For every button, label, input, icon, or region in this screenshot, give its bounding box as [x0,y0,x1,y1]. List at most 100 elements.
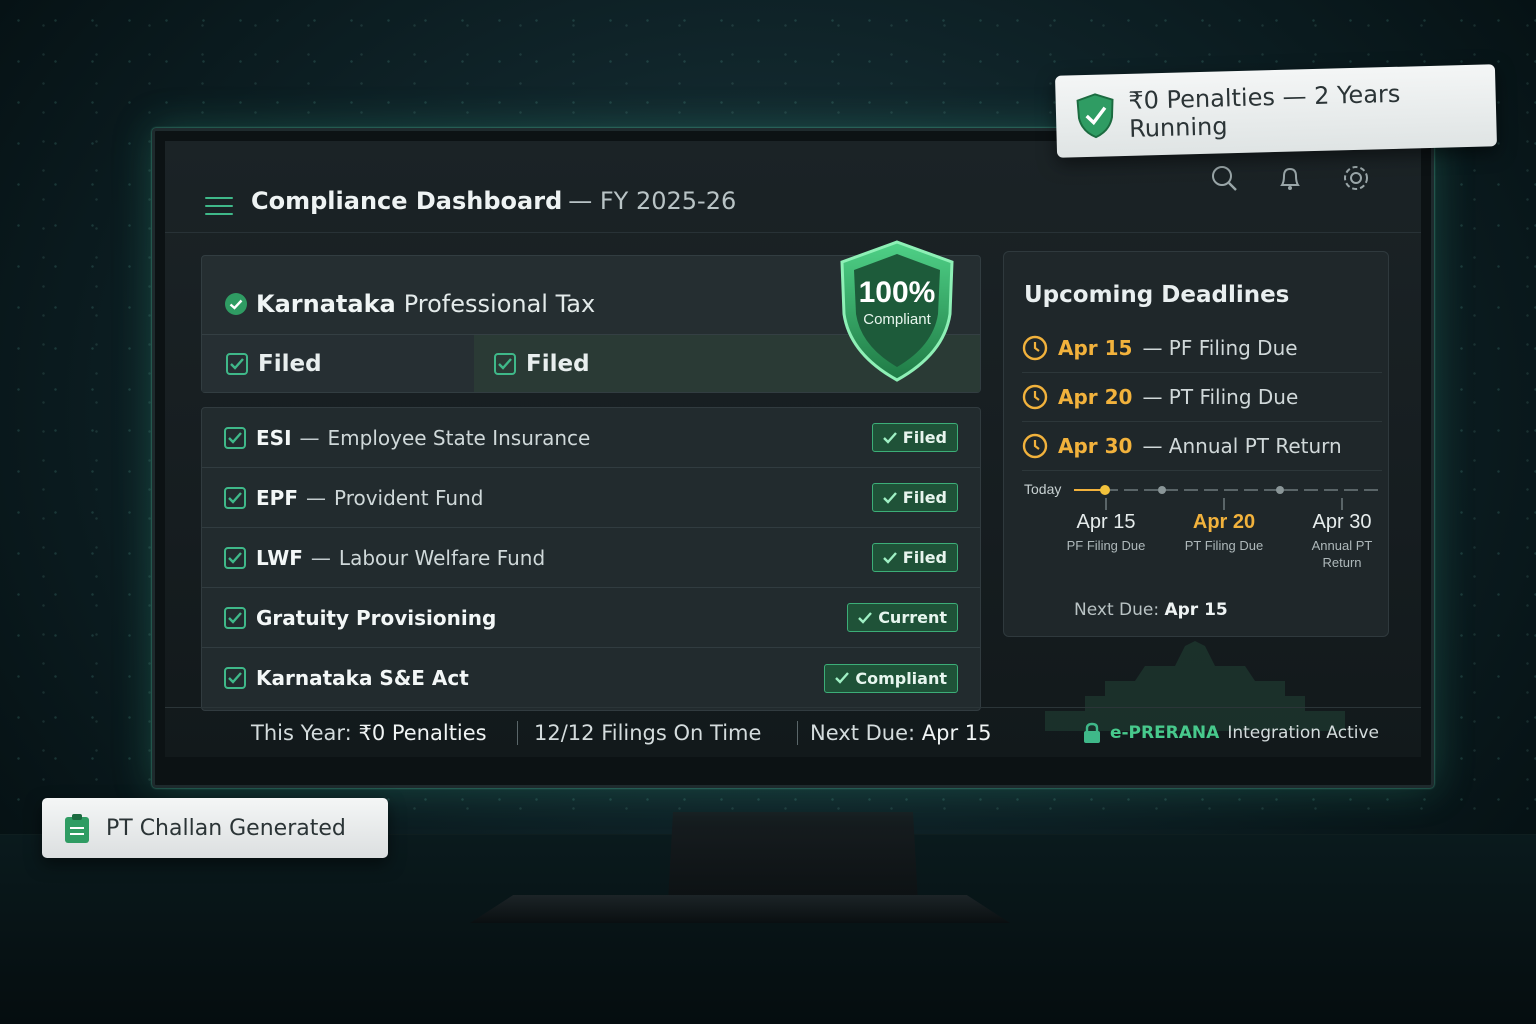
tax-name: Professional Tax [403,290,596,318]
deadline-item[interactable]: Apr 15 — PF Filing Due [1022,324,1382,373]
next-due-value: Apr 15 [1164,600,1228,620]
filing-status-badge: Filed [871,423,958,452]
footer-year-value: ₹0 Penalties [358,720,487,745]
gear-icon[interactable] [1341,163,1371,193]
pt-status-1: Filed [258,350,322,377]
deadline-list: Apr 15 — PF Filing Due Apr 20 — PT Filing D… [1022,324,1382,471]
footer-next-due-label: Next Due: [810,720,916,745]
pt-status-2: Filed [526,350,590,377]
deadline-text: — Annual PT Return [1142,434,1342,458]
checkbox-checked-icon [224,546,246,569]
deadlines-title: Upcoming Deadlines [1024,282,1290,308]
footer-filings-on-time: 12/12 Filings On Time [517,720,761,745]
professional-tax-title: Karnataka Professional Tax [224,290,595,318]
timeline-date: Apr 20 [1193,511,1255,533]
compliance-shield: 100% Compliant [840,240,954,382]
challan-toast-text: PT Challan Generated [106,815,346,841]
footer-integration: e-PRERANA Integration Active [1082,722,1379,744]
footer-next-due-value: Apr 15 [921,720,992,745]
checkbox-checked-icon [224,606,246,629]
timeline-label: PT Filing Due [1185,538,1264,553]
timeline-today-marker [1100,485,1110,495]
page-title: Compliance Dashboard — FY 2025-26 [251,187,736,215]
filing-code: Karnataka S&E Act [256,666,469,690]
filing-status-text: Compliant [855,668,947,688]
deadline-timeline: Today Apr 15 PF Filing Due Apr 20 PT Filing… [1024,481,1380,570]
next-due-label: Next Due: [1074,600,1160,620]
filing-status-text: Current [878,608,947,627]
status-footer: This Year: ₹0 Penalties 12/12 Filings On… [165,707,1421,757]
clipboard-icon [65,814,89,843]
deadline-text: — PT Filing Due [1142,385,1299,409]
filing-row[interactable]: Karnataka S&E Act Compliant [202,648,980,708]
challan-toast: PT Challan Generated [42,798,388,858]
fiscal-year: — FY 2025-26 [568,187,737,215]
filing-status-text: Filed [902,548,947,567]
state-name: Karnataka [256,290,396,318]
filing-row[interactable]: ESI — Employee State Insurance Filed [202,408,980,468]
bell-icon[interactable] [1275,163,1305,193]
professional-tax-panel: Karnataka Professional Tax Filed Filed 1… [201,240,981,393]
filing-separator: — [310,545,331,570]
filing-code: Gratuity Provisioning [256,605,497,630]
hamburger-menu-icon[interactable] [205,197,233,217]
filing-status-text: Filed [902,488,947,507]
checkbox-checked-icon [226,352,248,375]
deadlines-next-due: Next Due: Apr 15 [1074,600,1228,620]
checkbox-checked-icon [224,667,246,689]
check-circle-icon [225,293,247,315]
timeline-date: Apr 30 [1313,511,1372,533]
clock-icon [1022,335,1048,361]
integration-status: Integration Active [1227,722,1379,743]
check-icon [858,611,873,624]
timeline-today-label: Today [1024,481,1061,497]
deadline-item[interactable]: Apr 20 — PT Filing Due [1022,373,1382,422]
app-header: Compliance Dashboard — FY 2025-26 [165,141,1421,233]
filing-code: EPF [256,485,298,510]
lock-icon [1083,722,1100,743]
search-icon[interactable] [1209,163,1239,193]
penalties-highlight-card: ₹0 Penalties — 2 Years Running [1055,64,1497,158]
filing-description: Provident Fund [333,485,484,510]
deadline-date: Apr 15 [1058,336,1133,360]
check-icon [882,551,897,564]
checkbox-checked-icon [494,352,516,375]
filings-list: ESI — Employee State Insurance Filed EPF — Pro… [201,407,981,711]
header-actions [1209,163,1371,193]
deadline-text: — PF Filing Due [1142,336,1298,360]
filing-code: LWF [256,545,303,570]
penalties-highlight-text: ₹0 Penalties — 2 Years Running [1128,79,1401,143]
check-icon [835,672,850,684]
checkbox-checked-icon [224,426,246,449]
monitor-stand-base [470,895,1010,923]
timeline-label: Return [1322,555,1361,570]
checkbox-checked-icon [224,486,246,509]
filing-description: Labour Welfare Fund [338,545,546,570]
deadline-date: Apr 20 [1058,385,1133,409]
deadline-date: Apr 30 [1058,434,1133,458]
footer-next-due: Next Due: Apr 15 [797,720,992,745]
timeline-label: PF Filing Due [1067,538,1146,553]
filing-status-badge: Current [847,603,958,632]
check-icon [882,431,897,444]
footer-year-label: This Year: [251,720,352,745]
pt-status-cell-1: Filed [202,335,474,392]
filing-row[interactable]: EPF — Provident Fund Filed [202,468,980,528]
clock-icon [1022,384,1048,410]
footer-penalties: This Year: ₹0 Penalties [251,721,487,745]
filing-status-badge: Compliant [824,663,958,693]
timeline-dot [1276,486,1284,494]
timeline-label: Annual PT [1312,538,1373,553]
timeline-dot [1158,486,1166,494]
filing-row[interactable]: LWF — Labour Welfare Fund Filed [202,528,980,588]
filing-status-badge: Filed [871,543,958,572]
filing-code: ESI [256,425,292,450]
check-icon [882,491,897,504]
filing-status-badge: Filed [871,483,958,512]
filing-description: Employee State Insurance [327,425,591,450]
integration-brand: e-PRERANA [1109,722,1220,743]
monitor: Compliance Dashboard — FY 2025-26 Karnata… [152,128,1434,788]
monitor-stand-neck [668,812,918,902]
filing-row[interactable]: Gratuity Provisioning Current [202,588,980,648]
deadline-item[interactable]: Apr 30 — Annual PT Return [1022,422,1382,471]
